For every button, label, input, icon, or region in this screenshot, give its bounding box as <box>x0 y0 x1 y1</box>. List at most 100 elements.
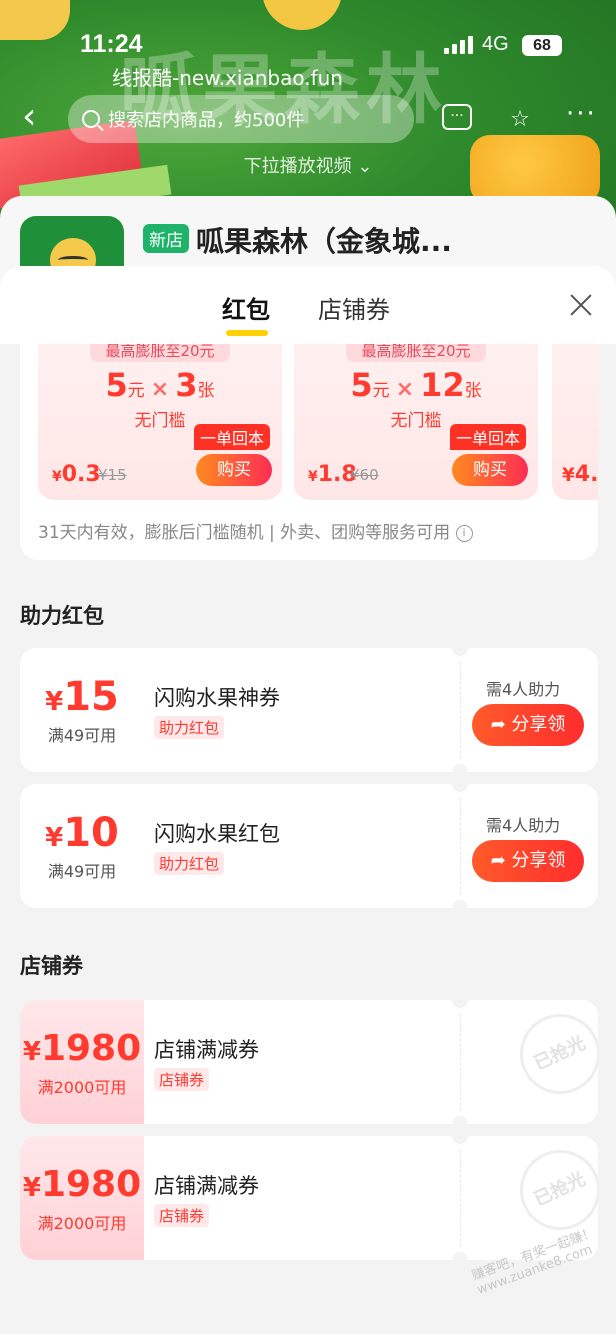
sale-price: ¥4.9 <box>562 462 598 487</box>
red-packet-card-partial[interactable]: ¥4.9 <box>552 344 598 500</box>
battery-icon: 68 <box>522 35 562 56</box>
coupon-notch <box>452 764 468 772</box>
coupon-condition: 满2000可用 <box>37 1078 127 1097</box>
original-price: ¥15 <box>98 466 127 484</box>
currency-symbol: ¥ <box>45 823 64 853</box>
pull-hint-text: 下拉播放视频 <box>243 156 352 177</box>
payback-ribbon: 一单回本 <box>450 424 527 450</box>
store-coupon: ¥1980 满2000可用 店铺满减券 店铺券 已抢光 <box>20 1136 598 1260</box>
red-packet-card[interactable]: 最高膨胀至20元 5元 × 12张 无门槛 一单回本 ¥1.8 ¥60 购买 <box>294 344 538 500</box>
tab-store-coupon[interactable]: 店铺券 <box>318 290 390 325</box>
red-packet-carousel: 最高膨胀至20元 5元 × 3张 无门槛 一单回本 ¥0.3 ¥15 购买 最高膨胀… <box>20 344 598 560</box>
back-button[interactable]: ‹ <box>22 99 52 138</box>
buy-button[interactable]: 购买 <box>452 454 528 486</box>
tab-red-packet[interactable]: 红包 <box>222 290 270 325</box>
section-title-store-coupons: 店铺券 <box>20 954 83 978</box>
coupon-condition: 满2000可用 <box>37 1214 127 1233</box>
coupon-tag: 助力红包 <box>154 716 225 739</box>
coupon-sheet: 红包 店铺券 最高膨胀至20元 5元 × 3张 无门槛 一单回本 ¥0.3 ¥15 … <box>0 266 616 1334</box>
currency-symbol: ¥ <box>22 1173 41 1203</box>
store-coupon: ¥1980 满2000可用 店铺满减券 店铺券 已抢光 <box>20 1000 598 1124</box>
share-claim-button[interactable]: ➦ 分享领 <box>472 840 584 882</box>
coupon-name: 店铺满减券 <box>154 1038 259 1062</box>
coupon-condition: 满49可用 <box>47 862 117 881</box>
signal-icon <box>444 36 474 54</box>
validity-text: 31天内有效，膨胀后门槛随机 | 外卖、团购等服务可用 <box>38 523 451 543</box>
currency-symbol: ¥ <box>562 465 575 486</box>
active-tab-indicator <box>226 330 268 336</box>
coupon-divider <box>460 798 461 894</box>
price-value: 4.9 <box>574 462 598 487</box>
section-title-assist: 助力红包 <box>20 604 104 628</box>
assist-coupon: ¥10 满49可用 闪购水果红包 助力红包 需4人助力 ➦ 分享领 <box>20 784 598 908</box>
coupon-tag: 店铺券 <box>154 1068 210 1091</box>
max-boost-note: 最高膨胀至20元 <box>90 344 230 362</box>
coupon-value: ¥1980 <box>20 1164 144 1205</box>
assist-requirement: 需4人助力 <box>486 816 561 835</box>
amount-unit: 元 <box>372 381 390 401</box>
coupon-name: 店铺满减券 <box>154 1174 259 1198</box>
chat-icon[interactable]: ··· <box>442 104 472 130</box>
currency-symbol: ¥ <box>308 469 318 485</box>
coupon-notch <box>452 1116 468 1124</box>
coupon-value: ¥15 <box>20 674 144 720</box>
currency-symbol: ¥ <box>45 687 64 717</box>
amount-unit: 元 <box>127 381 145 401</box>
packet-amount: 5元 × 3张 <box>38 366 282 404</box>
sale-price: ¥0.3 <box>52 462 101 487</box>
store-name: 呱果森林（金象城... <box>196 225 452 258</box>
chevron-down-icon: ⌄ <box>357 156 373 177</box>
watermark-text: 线报酷-new.xianbao.fun <box>112 66 343 90</box>
times-icon: × <box>150 377 170 402</box>
status-bar: 11:24 4G 68 <box>0 30 616 64</box>
buy-button[interactable]: 购买 <box>196 454 272 486</box>
coupon-notch <box>452 1000 468 1008</box>
coupon-divider <box>460 1150 461 1246</box>
currency-symbol: ¥ <box>52 469 62 485</box>
search-placeholder: 搜索店内商品，约500件 <box>108 110 305 131</box>
network-type: 4G <box>482 33 509 55</box>
more-icon[interactable]: ··· <box>566 101 597 127</box>
share-claim-button[interactable]: ➦ 分享领 <box>472 704 584 746</box>
amount-value: 5 <box>350 366 373 404</box>
new-store-badge: 新店 <box>143 224 189 253</box>
info-icon[interactable]: i <box>455 524 473 542</box>
red-packet-card[interactable]: 最高膨胀至20元 5元 × 3张 无门槛 一单回本 ¥0.3 ¥15 购买 <box>38 344 282 500</box>
coupon-name: 闪购水果红包 <box>154 822 280 846</box>
coupon-divider <box>460 662 461 758</box>
coupon-notch <box>452 648 468 656</box>
share-icon: ➦ <box>490 850 506 871</box>
share-label: 分享领 <box>511 850 566 871</box>
coupon-notch <box>452 1252 468 1260</box>
coupon-notch <box>452 900 468 908</box>
price-value: 0.3 <box>61 462 101 487</box>
validity-note: 31天内有效，膨胀后门槛随机 | 外卖、团购等服务可用 i <box>38 518 473 543</box>
coupon-notch <box>452 1136 468 1144</box>
pull-video-hint: 下拉播放视频 ⌄ <box>0 152 616 178</box>
coupon-divider <box>460 1014 461 1110</box>
count-unit: 张 <box>197 381 215 401</box>
coupon-notch <box>452 784 468 792</box>
favorite-icon[interactable]: ☆ <box>506 108 534 132</box>
mascot-image <box>262 0 342 30</box>
coupon-tag: 店铺券 <box>154 1204 210 1227</box>
value-number: 15 <box>63 674 119 720</box>
count-value: 12 <box>420 366 465 404</box>
value-number: 1980 <box>40 1164 142 1205</box>
value-number: 1980 <box>40 1028 142 1069</box>
sold-out-stamp: 已抢光 <box>506 1000 598 1108</box>
close-icon[interactable] <box>568 292 594 318</box>
share-label: 分享领 <box>511 714 566 735</box>
amount-value: 5 <box>105 366 128 404</box>
mascot-eyes <box>58 256 88 264</box>
sheet-header: 红包 店铺券 <box>0 266 616 344</box>
share-icon: ➦ <box>490 714 506 735</box>
search-input[interactable]: 搜索店内商品，约500件 <box>68 95 414 143</box>
coupon-tag: 助力红包 <box>154 852 225 875</box>
currency-symbol: ¥ <box>22 1037 41 1067</box>
payback-ribbon: 一单回本 <box>194 424 271 450</box>
coupon-value: ¥10 <box>20 810 144 856</box>
status-time: 11:24 <box>80 30 143 58</box>
coupon-name: 闪购水果神券 <box>154 686 280 710</box>
coupon-condition: 满49可用 <box>47 726 117 745</box>
